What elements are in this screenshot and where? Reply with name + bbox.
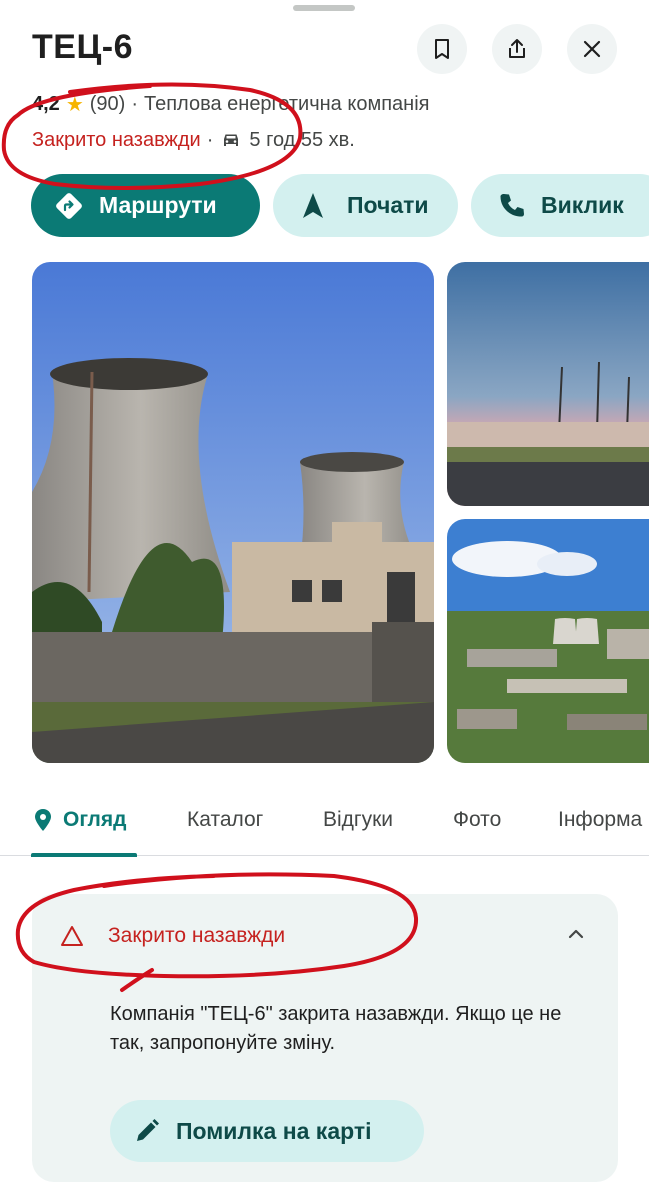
report-map-error-label: Помилка на карті: [176, 1117, 372, 1144]
tab-reviews[interactable]: Відгуки: [323, 808, 393, 832]
directions-label: Маршрути: [99, 192, 217, 218]
tab-info[interactable]: Інформа: [558, 808, 642, 832]
close-button[interactable]: [567, 24, 617, 74]
photo-fence-power-lines[interactable]: [447, 262, 649, 506]
tab-catalog-label: Каталог: [187, 808, 264, 831]
call-label: Виклик: [541, 192, 624, 218]
photo-cooling-towers-image: [32, 262, 434, 763]
location-pin-icon: [35, 809, 51, 831]
place-title: ТЕЦ-6: [32, 28, 134, 66]
active-tab-indicator: [31, 853, 137, 857]
share-button[interactable]: [492, 24, 542, 74]
photo-aerial-view-image: [447, 519, 649, 763]
tab-catalog[interactable]: Каталог: [187, 808, 263, 832]
directions-icon: [56, 192, 82, 219]
closed-notice-title: Закрито назавжди: [108, 924, 286, 947]
rating-row: 4,2 ★ (90) · Теплова енергетична компані…: [32, 92, 429, 117]
rating-value: 4,2: [32, 93, 60, 115]
place-category[interactable]: Теплова енергетична компанія: [144, 93, 429, 116]
photo-aerial-view[interactable]: [447, 519, 649, 763]
phone-icon: [500, 193, 524, 216]
tab-photos[interactable]: Фото: [453, 808, 501, 832]
save-button[interactable]: [417, 24, 467, 74]
closed-notice-header[interactable]: Закрито назавжди: [60, 924, 285, 948]
photo-fence-power-lines-image: [447, 262, 649, 506]
call-button[interactable]: Виклик: [471, 174, 649, 237]
tab-overview-label: Огляд: [63, 808, 127, 831]
directions-button[interactable]: Маршрути: [31, 174, 260, 237]
drag-handle[interactable]: [293, 5, 355, 11]
start-button[interactable]: Почати: [273, 174, 458, 237]
tab-bar: Огляд Каталог Відгуки Фото Інформа: [0, 786, 649, 857]
pencil-icon: [137, 1119, 159, 1141]
report-map-error-button[interactable]: Помилка на карті: [110, 1100, 424, 1162]
tab-overview[interactable]: Огляд: [33, 808, 126, 832]
car-icon: [224, 134, 239, 146]
closed-notice-card: Закрито назавжди Компанія "ТЕЦ-6" закрит…: [32, 894, 618, 1182]
star-icon: ★: [65, 94, 84, 116]
travel-time: 5 год 55 хв.: [249, 128, 355, 151]
separator: ·: [131, 93, 138, 115]
chevron-up-icon[interactable]: [564, 922, 588, 946]
closed-status: Закрито назавжди: [32, 128, 201, 151]
close-icon: [583, 40, 601, 58]
start-label: Почати: [347, 192, 429, 218]
navigation-arrow-icon: [303, 192, 323, 218]
bookmark-icon: [435, 39, 449, 59]
closed-notice-text: Компанія "ТЕЦ-6" закрита назавжди. Якщо …: [110, 1003, 562, 1054]
tab-reviews-label: Відгуки: [323, 808, 394, 831]
reviews-count[interactable]: (90): [90, 93, 126, 116]
warning-triangle-icon: [61, 926, 83, 946]
status-row: Закрито назавжди · 5 год 55 хв.: [32, 128, 355, 152]
share-icon: [509, 39, 525, 58]
tab-info-label: Інформа: [558, 808, 643, 831]
separator: ·: [206, 128, 214, 151]
tab-photos-label: Фото: [453, 808, 502, 831]
photo-cooling-towers[interactable]: [32, 262, 434, 763]
